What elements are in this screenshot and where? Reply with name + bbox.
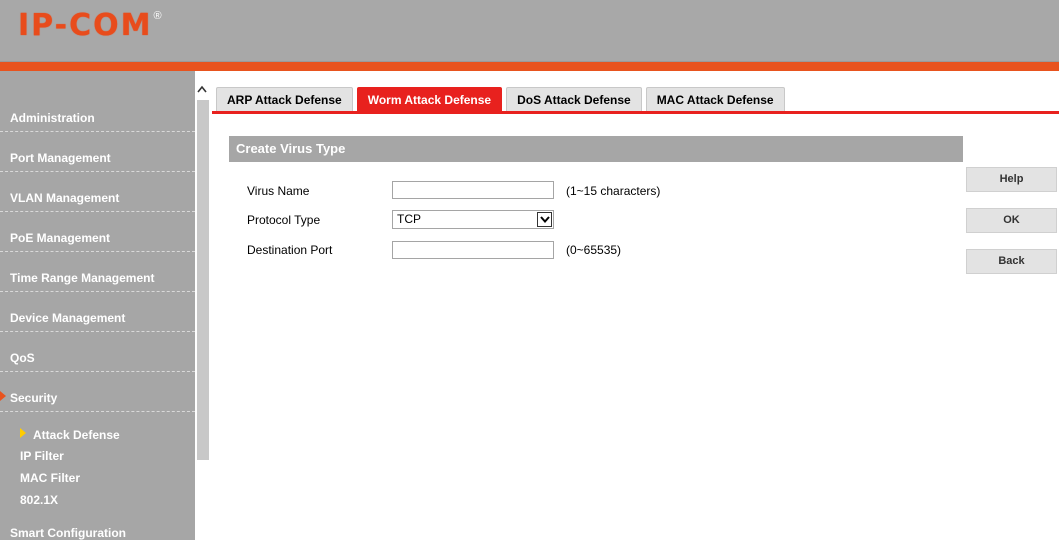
sidebar-subitem-802-1x[interactable]: 802.1X <box>20 493 58 507</box>
sidebar-item-label: Smart Configuration <box>10 526 126 540</box>
tab-arp-attack-defense[interactable]: ARP Attack Defense <box>216 87 353 111</box>
virus-name-hint: (1~15 characters) <box>566 184 661 198</box>
sidebar-item-label: Security <box>10 391 58 405</box>
chevron-down-icon[interactable] <box>537 212 552 227</box>
virus-name-input[interactable] <box>392 181 554 199</box>
sidebar-subitem-mac-filter[interactable]: MAC Filter <box>20 471 80 485</box>
header: IP-COM ® <box>0 0 1059 62</box>
ok-button[interactable]: OK <box>966 208 1057 233</box>
logo: IP-COM ® <box>18 6 162 46</box>
tab-underline <box>212 111 1059 114</box>
tab-mac-attack-defense[interactable]: MAC Attack Defense <box>645 87 785 111</box>
sidebar-item-label: Port Management <box>10 151 111 165</box>
sidebar-item-label: Administration <box>10 111 95 125</box>
sidebar-item-vlan-management[interactable]: VLAN Management <box>0 172 195 212</box>
active-sub-arrow-icon <box>20 428 26 438</box>
sidebar-item-time-range-management[interactable]: Time Range Management <box>0 252 195 292</box>
panel-title: Create Virus Type <box>229 136 963 162</box>
protocol-type-select[interactable]: TCP <box>392 210 554 229</box>
tab-bar: ARP Attack Defense Worm Attack Defense D… <box>216 87 789 111</box>
sidebar-item-label: Device Management <box>10 311 126 325</box>
logo-text: IP-COM <box>18 8 153 43</box>
back-button[interactable]: Back <box>966 249 1057 274</box>
sidebar: Administration Port Management VLAN Mana… <box>0 71 195 540</box>
page: IP-COM ® Administration Port Management … <box>0 0 1059 540</box>
sidebar-item-smart-configuration[interactable]: Smart Configuration <box>0 512 195 540</box>
sidebar-item-label: Time Range Management <box>10 271 155 285</box>
scrollbar-thumb[interactable] <box>197 100 209 460</box>
protocol-type-label: Protocol Type <box>247 213 321 227</box>
sidebar-subitem-attack-defense[interactable]: Attack Defense <box>33 428 120 442</box>
registered-mark: ® <box>153 10 162 22</box>
help-button[interactable]: Help <box>966 167 1057 192</box>
destination-port-label: Destination Port <box>247 243 333 257</box>
destination-port-input[interactable] <box>392 241 554 259</box>
sidebar-item-label: PoE Management <box>10 231 111 245</box>
scroll-up-icon[interactable] <box>196 82 208 96</box>
sidebar-item-port-management[interactable]: Port Management <box>0 132 195 172</box>
tab-dos-attack-defense[interactable]: DoS Attack Defense <box>506 87 642 111</box>
active-arrow-icon <box>0 391 6 401</box>
sidebar-subitem-ip-filter[interactable]: IP Filter <box>20 449 64 463</box>
header-accent-band <box>0 62 1059 71</box>
sidebar-item-device-management[interactable]: Device Management <box>0 292 195 332</box>
sidebar-item-label: VLAN Management <box>10 191 120 205</box>
destination-port-hint: (0~65535) <box>566 243 622 257</box>
sidebar-item-administration[interactable]: Administration <box>0 87 195 132</box>
virus-name-label: Virus Name <box>247 184 310 198</box>
sidebar-item-poe-management[interactable]: PoE Management <box>0 212 195 252</box>
sidebar-item-qos[interactable]: QoS <box>0 332 195 372</box>
sidebar-item-label: QoS <box>10 351 35 365</box>
sidebar-item-security[interactable]: Security <box>0 372 195 412</box>
protocol-type-value: TCP <box>397 212 421 226</box>
tab-worm-attack-defense[interactable]: Worm Attack Defense <box>356 87 503 111</box>
